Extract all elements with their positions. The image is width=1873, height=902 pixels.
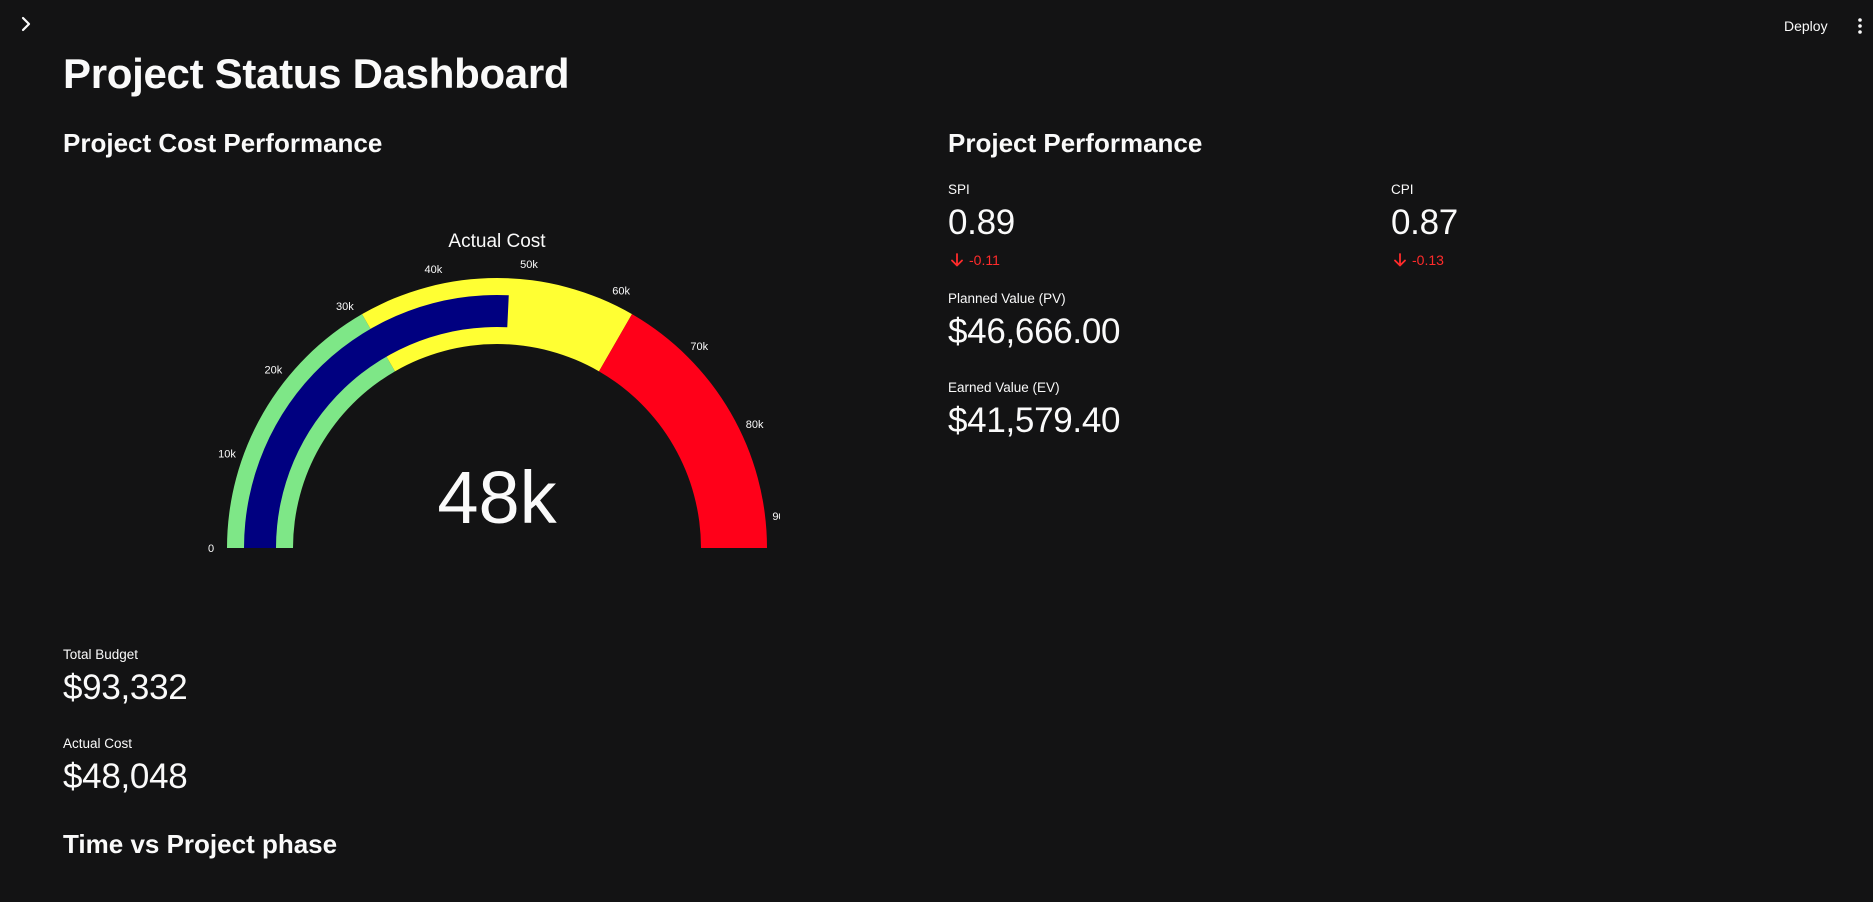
- gauge-value: 48k: [437, 456, 557, 539]
- time-phase-heading: Time vs Project phase: [63, 829, 338, 859]
- gauge-tick-label: 50k: [520, 259, 538, 271]
- spi-value: 0.89: [948, 203, 1015, 242]
- pv-value: $46,666.00: [948, 312, 1121, 351]
- expand-sidebar-button[interactable]: [14, 12, 38, 36]
- main-menu-button[interactable]: [1852, 14, 1868, 38]
- ev-value: $41,579.40: [948, 401, 1121, 440]
- actual-cost-value: $48,048: [63, 757, 188, 796]
- gauge-step-3: [598, 314, 767, 548]
- total-budget-value: $93,332: [63, 668, 188, 707]
- arrow-down-icon: [951, 253, 963, 267]
- gauge-tick-label: 10k: [218, 449, 236, 461]
- pv-label: Planned Value (PV): [948, 291, 1066, 306]
- spi-delta: -0.11: [950, 252, 1000, 268]
- project-performance-heading: Project Performance: [948, 128, 1203, 158]
- arrow-down-icon: [1394, 253, 1406, 267]
- page-title: Project Status Dashboard: [63, 50, 570, 97]
- gauge-tick-label: 0: [208, 543, 214, 555]
- cpi-delta-value: -0.13: [1412, 252, 1444, 268]
- gauge-tick-label: 30k: [336, 301, 354, 313]
- gauge-tick-label: 80k: [746, 419, 764, 431]
- gauge-tick-label: 40k: [424, 264, 442, 276]
- more-vertical-icon: [1858, 18, 1862, 34]
- gauge-title: Actual Cost: [448, 231, 546, 252]
- gauge-tick-label: 90k: [772, 511, 780, 523]
- spi-label: SPI: [948, 182, 970, 197]
- total-budget-label: Total Budget: [63, 647, 139, 662]
- gauge-tick-label: 60k: [612, 285, 630, 297]
- app-header: Deploy: [0, 0, 1873, 52]
- cost-performance-heading: Project Cost Performance: [63, 128, 383, 158]
- actual-cost-label: Actual Cost: [63, 736, 133, 751]
- cpi-delta: -0.13: [1393, 252, 1444, 268]
- deploy-button[interactable]: Deploy: [1784, 14, 1828, 38]
- gauge-tick-label: 70k: [690, 341, 708, 353]
- chevron-right-icon: [21, 16, 31, 32]
- ev-label: Earned Value (EV): [948, 380, 1060, 395]
- spi-delta-value: -0.11: [969, 252, 1000, 268]
- actual-cost-gauge-chart: Actual Cost 0 10k 20k 30k 40k 50k 60k 70k 80k 90k…: [208, 231, 780, 555]
- cpi-value: 0.87: [1391, 203, 1458, 242]
- cpi-label: CPI: [1391, 182, 1414, 197]
- gauge-tick-label: 20k: [265, 365, 283, 377]
